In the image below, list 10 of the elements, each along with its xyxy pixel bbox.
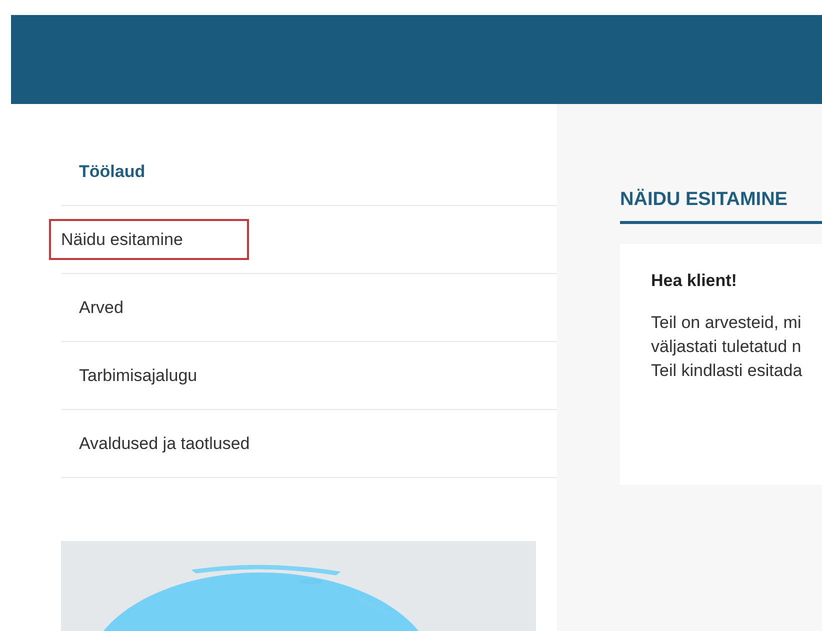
menu-item[interactable]: Näidu esitamine [49,218,249,260]
message-line: Teil on arvesteid, mi [651,312,802,334]
message-line: Teil kindlasti esitada [651,360,804,382]
greeting: Hea klient! [651,270,738,292]
menu-item[interactable]: Tarbimisajalugu [61,356,216,394]
menu-item[interactable]: Avaldused ja taotlused [61,424,268,462]
menu-item[interactable]: Töölaud [61,152,164,190]
menu-item[interactable]: Arved [61,288,142,326]
section-title: NÄIDU ESITAMINE [620,186,822,224]
message-line: väljastati tuletatud n [651,336,802,358]
